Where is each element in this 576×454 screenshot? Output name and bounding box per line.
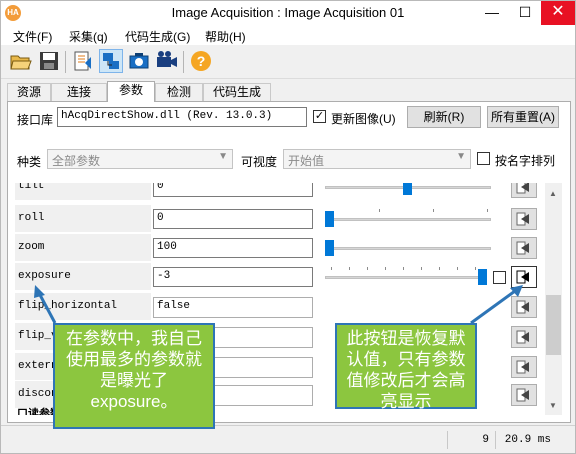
right-arrow-line <box>470 289 516 325</box>
app-window: HA Image Acquisition : Image Acquisition… <box>0 0 576 454</box>
left-arrow-head <box>34 285 45 298</box>
annotation-reset-note: 此按钮是恢复默认值，只有参数值修改后才会高亮显示 <box>335 323 477 411</box>
tab-parameters[interactable]: 参数 <box>107 81 155 102</box>
right-arrow-head <box>510 285 523 297</box>
annotation-exposure-note: 在参数中，我自己使用最多的参数就是曝光了exposure。 <box>53 323 215 429</box>
left-arrow-line <box>37 292 57 324</box>
